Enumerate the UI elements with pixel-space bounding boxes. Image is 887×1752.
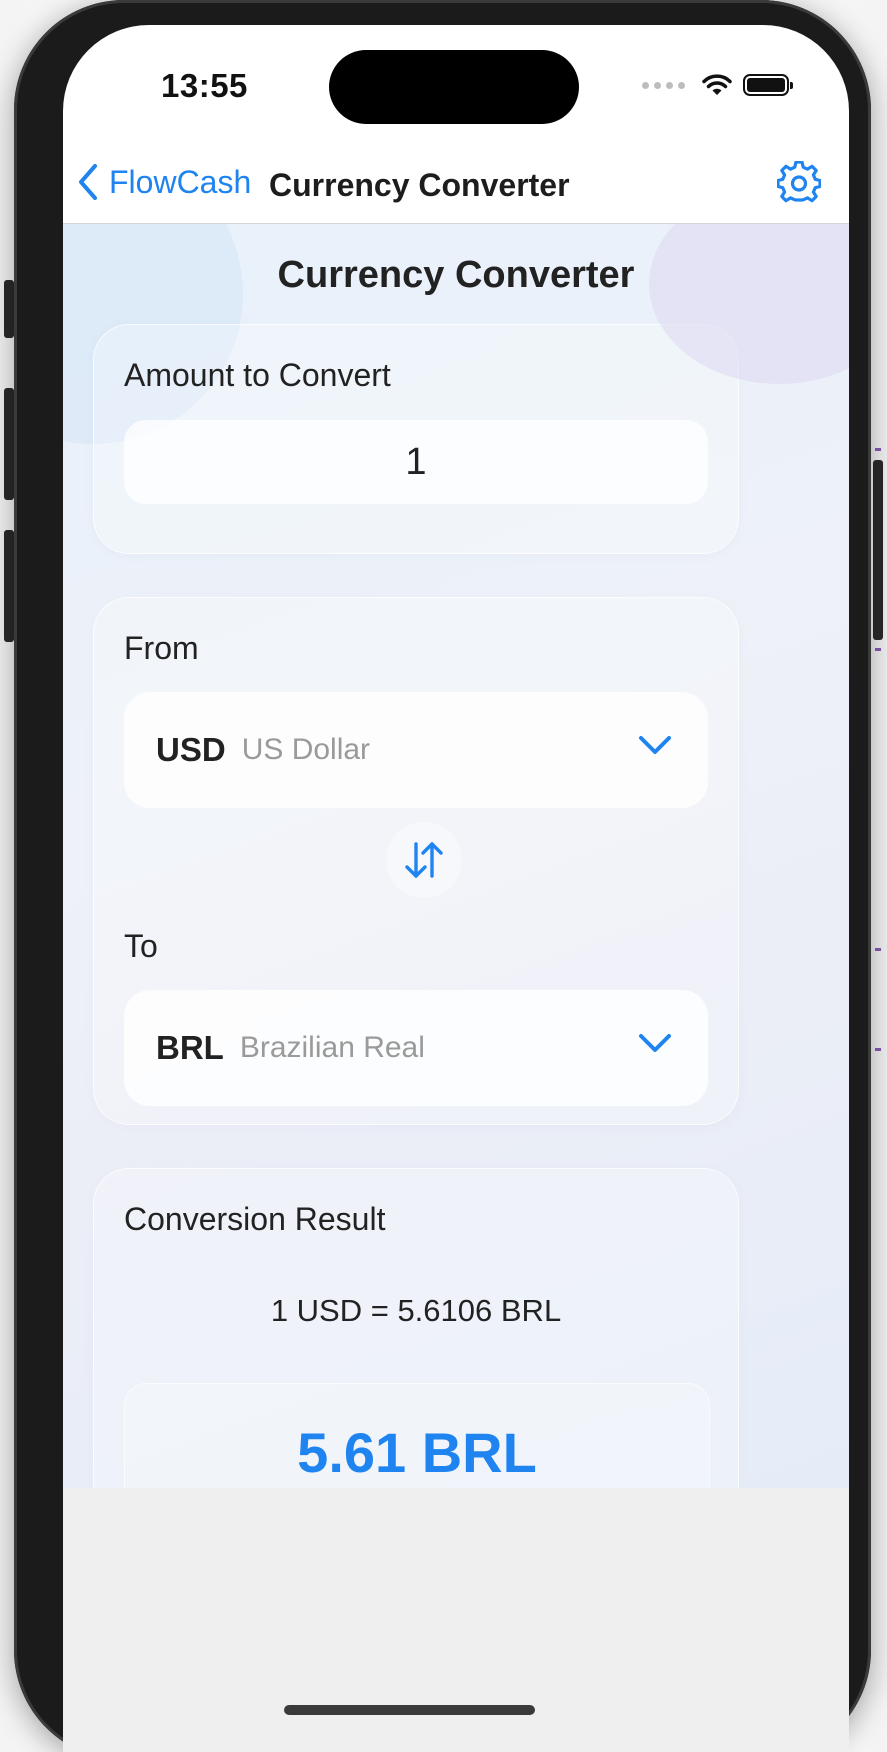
wifi-icon (702, 74, 732, 95)
back-button[interactable]: FlowCash (77, 163, 251, 201)
from-label: From (124, 630, 199, 666)
volume-down-button (4, 530, 14, 642)
gear-icon[interactable] (777, 161, 821, 205)
back-label: FlowCash (109, 163, 252, 200)
device-stage: 13:55 FlowCash Currency Converter Curren… (0, 0, 887, 1752)
dynamic-island (329, 50, 579, 124)
swap-currencies-button[interactable] (386, 822, 462, 898)
to-currency-name: Brazilian Real (239, 1031, 425, 1064)
back-chevron-icon (79, 164, 97, 200)
amount-input[interactable]: 1 (124, 420, 708, 504)
to-label: To (124, 928, 158, 964)
power-button (873, 460, 883, 640)
volume-up-button (4, 388, 14, 500)
main-content: Currency Converter Amount to Convert 1 F… (63, 224, 849, 1554)
amount-label: Amount to Convert (124, 357, 391, 393)
swap-arrows-icon (405, 842, 443, 878)
nav-title: Currency Converter (269, 167, 570, 203)
frame-marker (875, 448, 881, 451)
exchange-rate-text: 1 USD = 5.6106 BRL (270, 1293, 562, 1328)
mute-switch (4, 280, 14, 338)
to-currency-code: BRL (156, 1029, 224, 1066)
home-indicator[interactable] (284, 1705, 535, 1715)
result-label: Conversion Result (124, 1201, 386, 1237)
frame-marker (875, 648, 881, 651)
chevron-down-icon (639, 1034, 671, 1052)
page-title: Currency Converter (277, 254, 635, 296)
status-icons (642, 73, 793, 97)
from-currency-picker[interactable]: USD US Dollar (124, 692, 708, 808)
battery-icon (743, 74, 793, 96)
currency-card: From USD US Dollar To BRL Brazilian Real (93, 597, 739, 1125)
from-currency-name: US Dollar (241, 733, 371, 766)
signal-dots-icon (642, 81, 685, 89)
navigation-bar: FlowCash Currency Converter (63, 145, 849, 224)
chevron-down-icon (639, 736, 671, 754)
from-currency-code: USD (156, 731, 226, 768)
frame-marker (875, 1048, 881, 1051)
screen: 13:55 FlowCash Currency Converter Curren… (63, 25, 849, 1752)
converted-amount: 5.61 BRL (297, 1421, 537, 1484)
to-currency-picker[interactable]: BRL Brazilian Real (124, 990, 708, 1106)
phone-frame: 13:55 FlowCash Currency Converter Curren… (14, 0, 871, 1752)
status-time: 13:55 (161, 67, 248, 104)
amount-card: Amount to Convert 1 (93, 324, 739, 554)
frame-marker (875, 948, 881, 951)
